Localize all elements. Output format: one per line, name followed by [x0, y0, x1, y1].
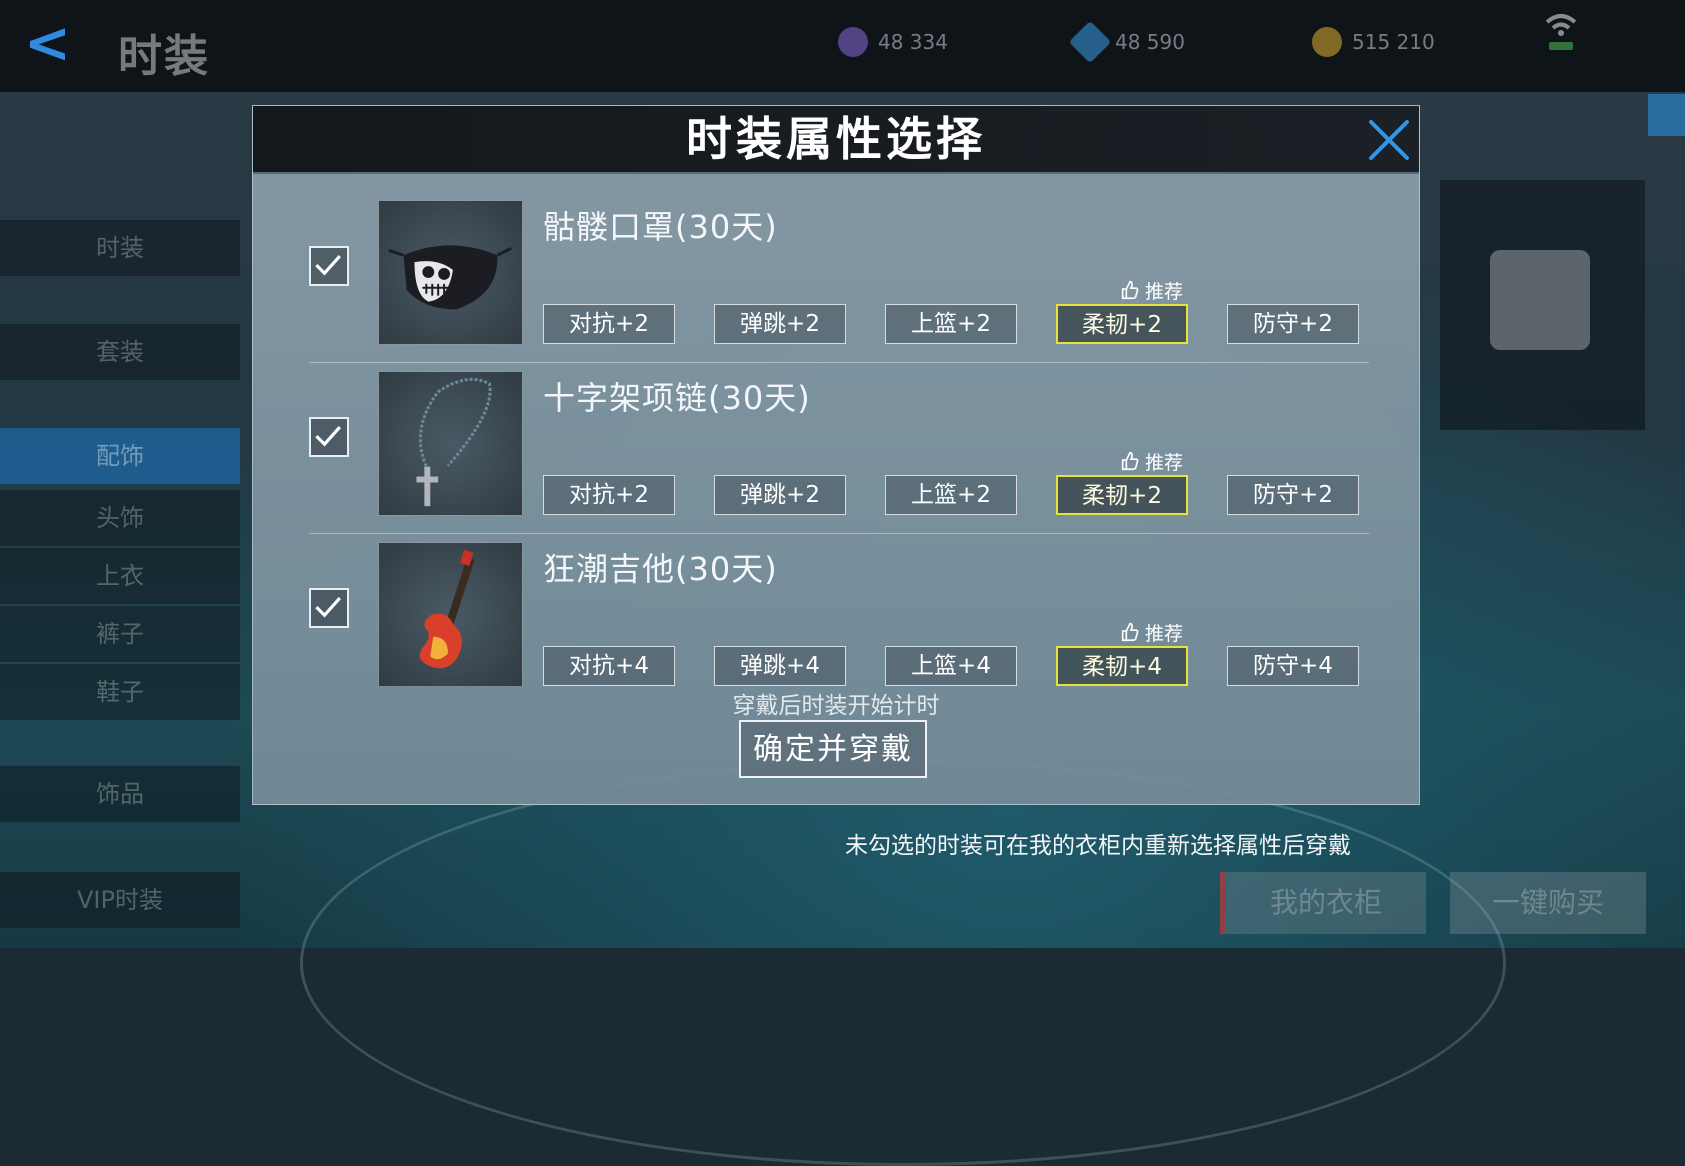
sidebar-item-vip[interactable]: VIP时装	[0, 872, 240, 928]
sidebar-item-accessory[interactable]: 配饰	[0, 428, 240, 484]
gold-coin-icon	[1312, 27, 1342, 57]
attribute-option[interactable]: 对抗+2	[543, 304, 675, 344]
recommend-label: 推荐	[1145, 280, 1184, 303]
item-name: 狂潮吉他(30天)	[543, 550, 778, 588]
thumbs-up-icon	[1121, 280, 1139, 300]
blue-diamond-icon	[1068, 20, 1112, 64]
footer-note: 未勾选的时装可在我的衣柜内重新选择属性后穿戴	[845, 833, 1351, 859]
wifi-icon	[1545, 14, 1577, 50]
timer-notice: 穿戴后时装开始计时	[732, 693, 940, 719]
thumbs-up-icon	[1121, 622, 1139, 642]
back-arrow-icon[interactable]: <	[24, 16, 88, 72]
shirt-preview-icon	[1490, 250, 1590, 350]
item-name: 骷髅口罩(30天)	[543, 208, 778, 246]
sidebar-item-headwear[interactable]: 头饰	[0, 490, 240, 546]
item-thumbnail	[378, 200, 523, 345]
attribute-option[interactable]: 上篮+2	[885, 304, 1017, 344]
item-checkbox[interactable]	[309, 417, 349, 457]
currency-value: 48 590	[1115, 30, 1185, 54]
checkmark-icon	[315, 597, 341, 618]
page-title: 时装	[118, 31, 210, 82]
sidebar-item-suit[interactable]: 套装	[0, 324, 240, 380]
attribute-option[interactable]: 防守+4	[1227, 646, 1359, 686]
attribute-option-selected[interactable]: 柔韧+4	[1056, 646, 1188, 686]
checkmark-icon	[315, 255, 341, 276]
thumbs-up-icon	[1121, 451, 1139, 471]
my-wardrobe-button[interactable]: 我的衣柜	[1220, 872, 1426, 934]
dialog-header: 时装属性选择	[253, 106, 1419, 174]
corner-tab-button[interactable]	[1648, 94, 1685, 136]
attribute-option[interactable]: 弹跳+2	[714, 304, 846, 344]
dialog-title: 时装属性选择	[686, 112, 986, 166]
sidebar-item-top[interactable]: 上衣	[0, 548, 240, 604]
currency-purple: 48 334	[838, 22, 948, 62]
currency-value: 48 334	[878, 30, 948, 54]
currency-blue: 48 590	[1068, 20, 1185, 64]
attribute-option[interactable]: 防守+2	[1227, 475, 1359, 515]
attribute-option-selected[interactable]: 柔韧+2	[1056, 475, 1188, 515]
attribute-option[interactable]: 弹跳+4	[714, 646, 846, 686]
recommend-tag: 推荐	[1119, 278, 1184, 303]
attribute-option[interactable]: 上篮+4	[885, 646, 1017, 686]
sidebar-item-shoes[interactable]: 鞋子	[0, 664, 240, 720]
close-icon[interactable]	[1361, 112, 1417, 168]
list-item: 十字架项链(30天) 推荐 对抗+2 弹跳+2 上篮+2 柔韧+2 防守+2	[309, 365, 1369, 534]
recommend-tag: 推荐	[1119, 620, 1184, 645]
item-checkbox[interactable]	[309, 246, 349, 286]
sidebar-item-ornament[interactable]: 饰品	[0, 766, 240, 822]
item-thumbnail	[378, 542, 523, 686]
attribute-option[interactable]: 防守+2	[1227, 304, 1359, 344]
recommend-label: 推荐	[1145, 622, 1184, 645]
top-bar: < 时装 48 334 48 590 515 210	[0, 0, 1685, 92]
attribute-option[interactable]: 弹跳+2	[714, 475, 846, 515]
purple-gem-icon	[838, 27, 868, 57]
item-checkbox[interactable]	[309, 588, 349, 628]
sidebar: 时装 套装 配饰 头饰 上衣 裤子 鞋子 饰品 VIP时装	[0, 200, 240, 940]
buy-all-button[interactable]: 一键购买	[1450, 872, 1646, 934]
cross-necklace-icon	[416, 377, 492, 507]
recommend-label: 推荐	[1145, 451, 1184, 474]
sidebar-item-fashion[interactable]: 时装	[0, 220, 240, 276]
attribute-select-dialog: 时装属性选择 骷髅口罩(30天) 推荐 对抗+2 弹跳+2 上篮+2 柔韧+2 …	[252, 105, 1420, 805]
currency-gold: 515 210	[1312, 22, 1435, 62]
list-item: 狂潮吉他(30天) 推荐 对抗+4 弹跳+4 上篮+4 柔韧+4 防守+4	[309, 536, 1369, 686]
attribute-option[interactable]: 对抗+2	[543, 475, 675, 515]
recommend-tag: 推荐	[1119, 449, 1184, 474]
checkmark-icon	[315, 426, 341, 447]
currency-value: 515 210	[1352, 30, 1435, 54]
item-thumbnail	[378, 371, 523, 516]
item-name: 十字架项链(30天)	[543, 379, 811, 417]
attribute-option[interactable]: 上篮+2	[885, 475, 1017, 515]
court-line	[300, 760, 1506, 1166]
confirm-wear-button[interactable]: 确定并穿戴	[739, 720, 927, 778]
attribute-option[interactable]: 对抗+4	[543, 646, 675, 686]
list-item: 骷髅口罩(30天) 推荐 对抗+2 弹跳+2 上篮+2 柔韧+2 防守+2	[309, 194, 1369, 363]
sidebar-item-pants[interactable]: 裤子	[0, 606, 240, 662]
electric-guitar-icon	[419, 549, 475, 669]
attribute-option-selected[interactable]: 柔韧+2	[1056, 304, 1188, 344]
skull-mask-icon	[388, 245, 512, 310]
